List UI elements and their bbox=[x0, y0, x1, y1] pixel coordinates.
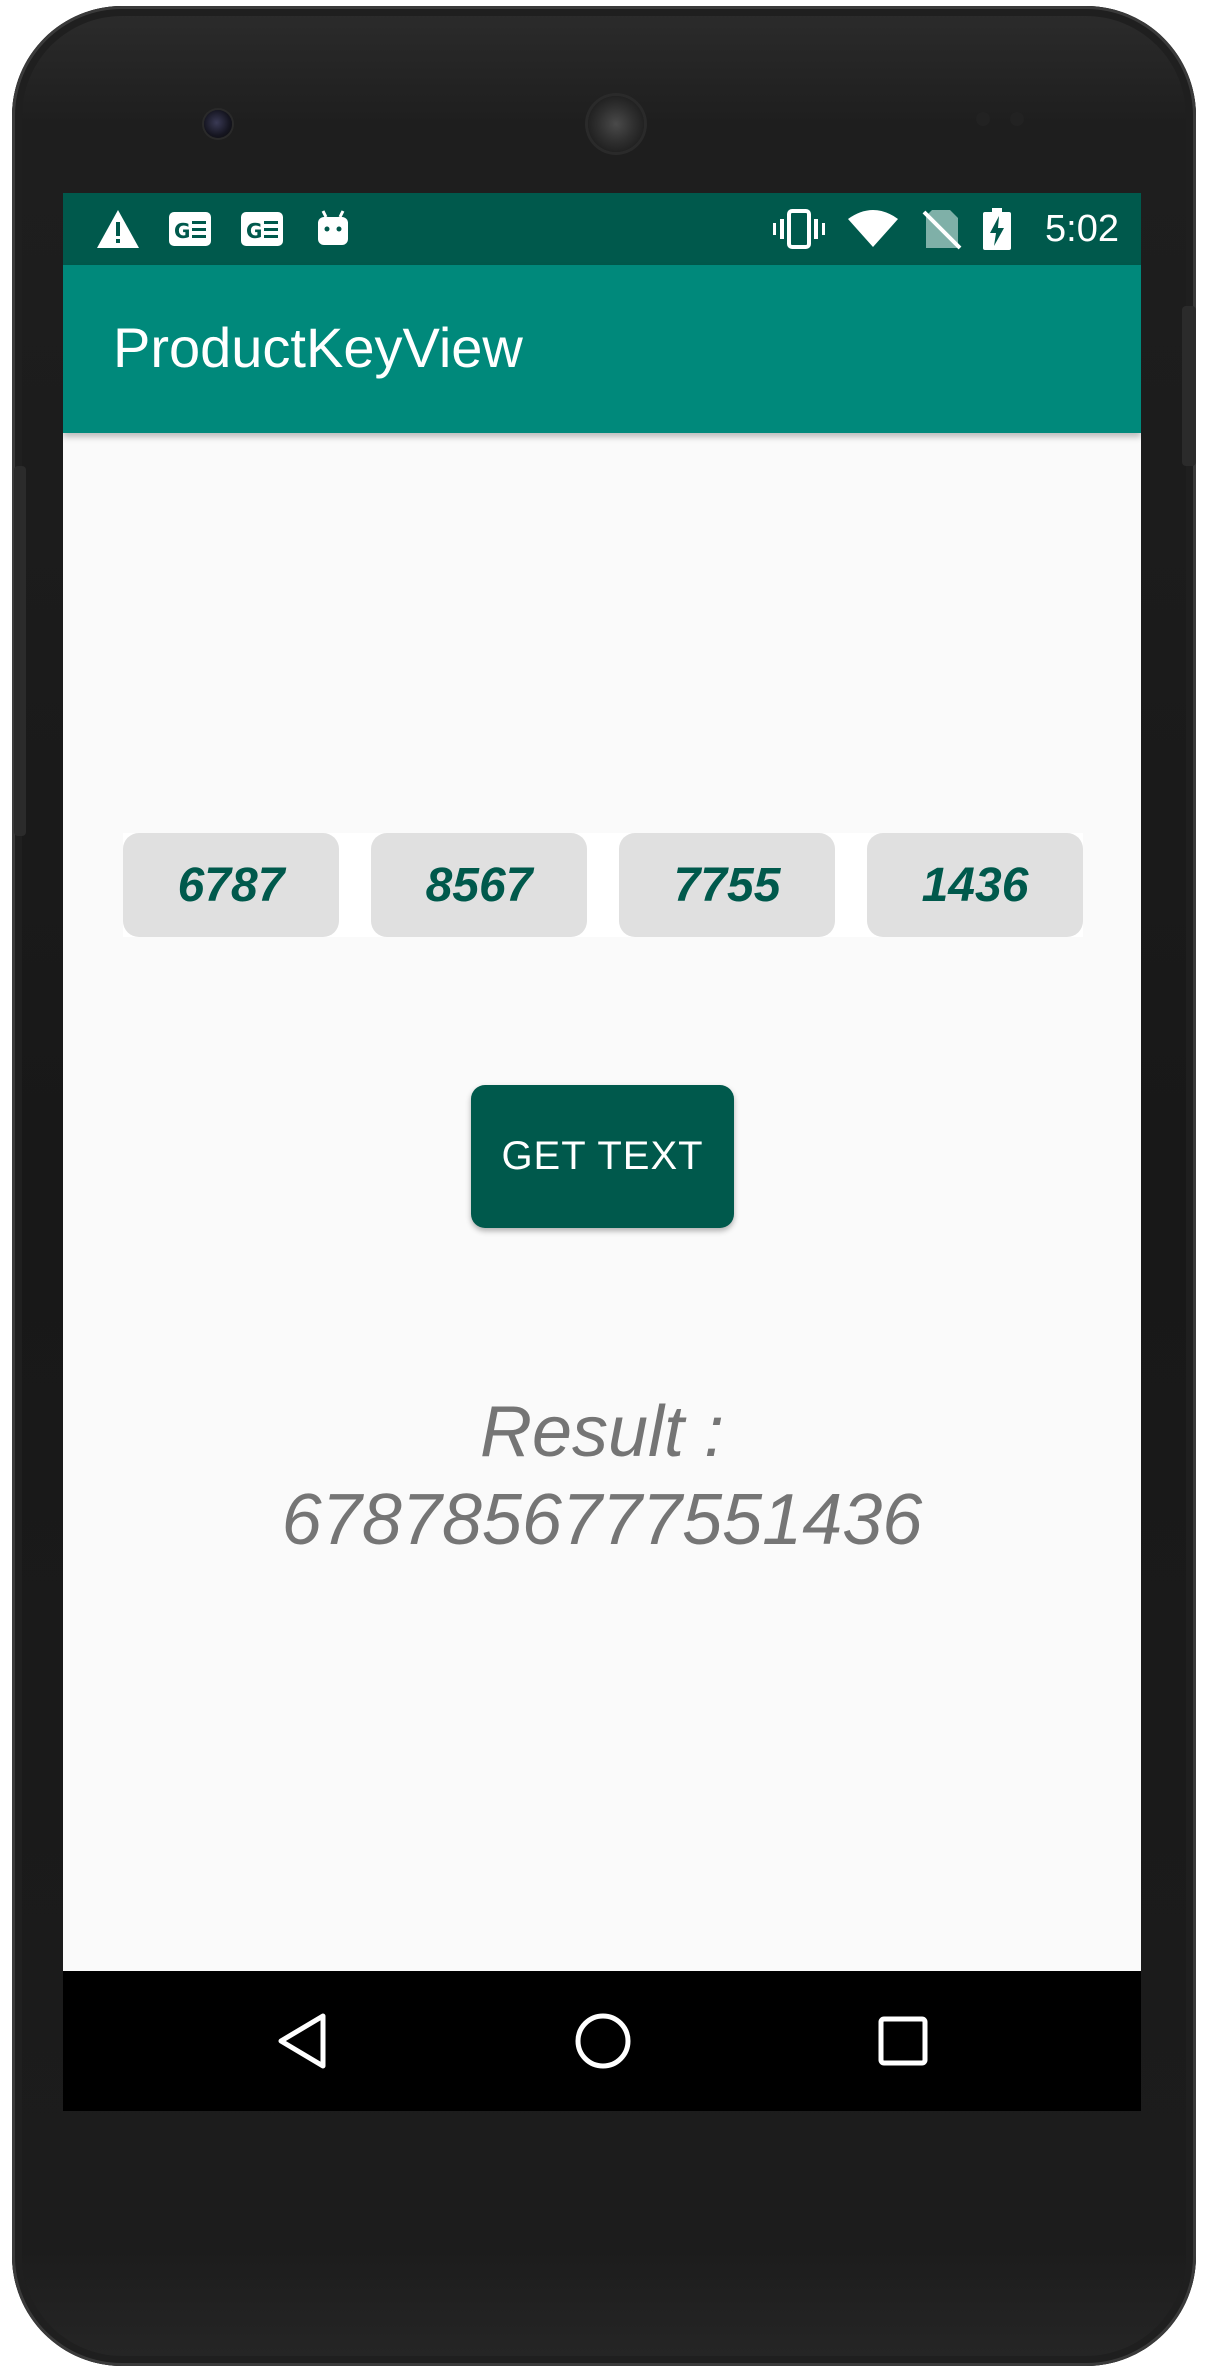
front-camera bbox=[204, 110, 232, 138]
result-label: Result : bbox=[479, 1392, 725, 1472]
key-segment-2[interactable]: 8567 bbox=[371, 833, 587, 937]
navigation-bar bbox=[63, 1971, 1141, 2111]
wifi-icon bbox=[845, 207, 901, 251]
vibrate-icon bbox=[771, 207, 827, 251]
ge-icon: G bbox=[165, 207, 215, 251]
result-text: Result : 6787856777551436 bbox=[63, 1388, 1141, 1564]
key-segment-3[interactable]: 7755 bbox=[619, 833, 835, 937]
no-sim-icon bbox=[917, 207, 967, 251]
android-icon bbox=[311, 207, 355, 251]
result-value: 6787856777551436 bbox=[281, 1480, 923, 1560]
battery-charging-icon bbox=[977, 207, 1017, 251]
app-bar: ProductKeyView bbox=[63, 265, 1141, 433]
earpiece-speaker bbox=[588, 96, 644, 152]
svg-text:G: G bbox=[174, 219, 190, 243]
back-icon[interactable] bbox=[253, 1991, 353, 2091]
status-bar: G G 5:02 bbox=[63, 193, 1141, 265]
warning-icon bbox=[93, 207, 143, 251]
key-segment-1[interactable]: 6787 bbox=[123, 833, 339, 937]
key-segment-4[interactable]: 1436 bbox=[867, 833, 1083, 937]
product-key-view: 6787 8567 7755 1436 bbox=[123, 833, 1083, 937]
app-title: ProductKeyView bbox=[113, 316, 523, 379]
status-time: 5:02 bbox=[1045, 208, 1119, 250]
recents-icon[interactable] bbox=[853, 1991, 953, 2091]
power-button bbox=[1182, 306, 1196, 466]
device-screen: G G 5:02 ProductKeyView 6787 8567 7755 1… bbox=[63, 193, 1141, 2111]
light-sensor bbox=[1010, 112, 1024, 126]
get-text-button[interactable]: GET TEXT bbox=[471, 1085, 734, 1228]
home-icon[interactable] bbox=[553, 1991, 653, 2091]
volume-button bbox=[14, 466, 26, 836]
svg-text:G: G bbox=[246, 219, 262, 243]
ge-icon: G bbox=[237, 207, 287, 251]
proximity-sensor bbox=[976, 112, 990, 126]
